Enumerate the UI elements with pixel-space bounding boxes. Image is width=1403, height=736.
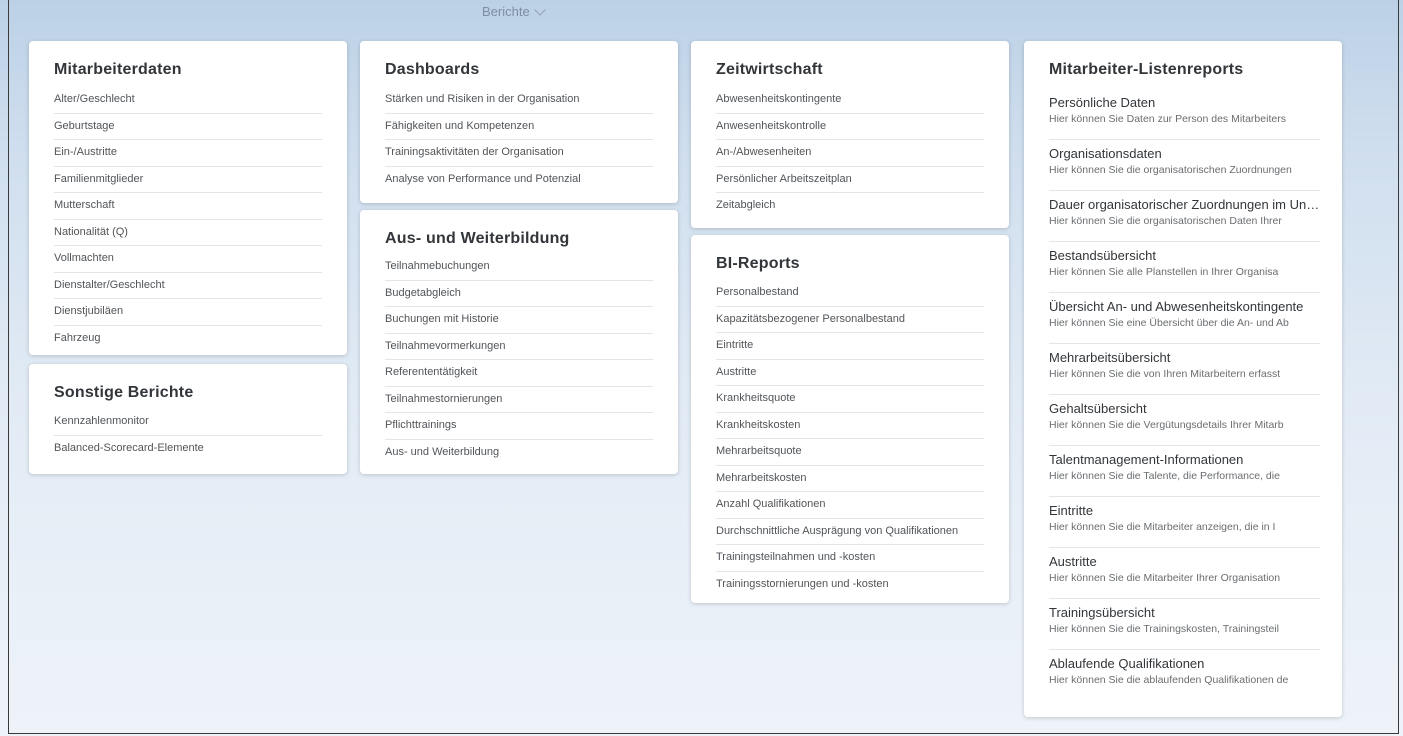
card-aus-und-weiterbildung: Aus- und Weiterbildung Teilnahmebuchunge… (360, 210, 678, 474)
report-title: Austritte (1049, 554, 1097, 569)
list-item[interactable]: Krankheitskosten (716, 413, 984, 439)
report-description: Hier können Sie Daten zur Person des Mit… (1049, 113, 1286, 125)
chevron-down-icon (534, 3, 546, 16)
card-title: Mitarbeiterdaten (54, 61, 182, 78)
card-zeitwirtschaft: Zeitwirtschaft Abwesenheitskontingente A… (691, 41, 1009, 228)
list-item[interactable]: Abwesenheitskontingente (716, 87, 984, 114)
report-item[interactable]: Bestandsübersicht Hier können Sie alle P… (1049, 242, 1320, 293)
report-description: Hier können Sie die Mitarbeiter anzeigen… (1049, 521, 1276, 533)
list-item[interactable]: Trainingsstornierungen und -kosten (716, 572, 984, 598)
report-description: Hier können Sie die Mitarbeiter Ihrer Or… (1049, 572, 1281, 584)
report-item[interactable]: Übersicht An- und Abwesenheitskontingent… (1049, 293, 1320, 344)
list-item[interactable]: Balanced-Scorecard-Elemente (54, 436, 322, 462)
report-title: Talentmanagement-Informationen (1049, 452, 1244, 467)
report-item[interactable]: Organisationsdaten Hier können Sie die o… (1049, 140, 1320, 191)
card-title: Dashboards (385, 61, 480, 78)
report-title: Organisationsdaten (1049, 146, 1162, 161)
card-title: Zeitwirtschaft (716, 61, 823, 78)
list-item[interactable]: Personalbestand (716, 280, 984, 307)
list-item[interactable]: Ein-/Austritte (54, 140, 322, 167)
report-item[interactable]: Gehaltsübersicht Hier können Sie die Ver… (1049, 395, 1320, 446)
list-item[interactable]: Analyse von Performance und Potenzial (385, 167, 653, 193)
card-title: Aus- und Weiterbildung (385, 230, 570, 247)
list-item[interactable]: Fähigkeiten und Kompetenzen (385, 114, 653, 140)
list-item[interactable]: Mehrarbeitskosten (716, 466, 984, 492)
list-item[interactable]: Fahrzeug (54, 326, 322, 352)
report-title: Persönliche Daten (1049, 95, 1156, 110)
list-item[interactable]: Mutterschaft (54, 193, 322, 220)
report-title: Dauer organisatorischer Zuordnungen im U… (1049, 197, 1320, 212)
report-item[interactable]: Eintritte Hier können Sie die Mitarbeite… (1049, 497, 1320, 548)
card-dashboards: Dashboards Stärken und Risiken in der Or… (360, 41, 678, 203)
report-title: Ablaufende Qualifikationen (1049, 656, 1205, 671)
list-item[interactable]: Teilnahmestornierungen (385, 387, 653, 413)
card-sonstige-berichte: Sonstige Berichte Kennzahlenmonitor Bala… (29, 364, 347, 474)
report-title: Eintritte (1049, 503, 1094, 518)
list-item[interactable]: Persönlicher Arbeitszeitplan (716, 167, 984, 193)
card-mitarbeiterdaten: Mitarbeiterdaten Alter/Geschlecht Geburt… (29, 41, 347, 355)
list-item[interactable]: Mehrarbeitsquote (716, 439, 984, 466)
list-item[interactable]: Buchungen mit Historie (385, 307, 653, 334)
report-item[interactable]: Trainingsübersicht Hier können Sie die T… (1049, 599, 1320, 650)
report-item[interactable]: Dauer organisatorischer Zuordnungen im U… (1049, 191, 1320, 242)
list-item[interactable]: Teilnahmebuchungen (385, 254, 653, 281)
report-item[interactable]: Mehrarbeitsübersicht Hier können Sie die… (1049, 344, 1320, 395)
list-item[interactable]: An-/Abwesenheiten (716, 140, 984, 167)
report-description: Hier können Sie die ablaufenden Qualifik… (1049, 674, 1289, 686)
list-item[interactable]: Alter/Geschlecht (54, 87, 322, 114)
card-title: BI-Reports (716, 255, 800, 272)
list-item[interactable]: Stärken und Risiken in der Organisation (385, 87, 653, 114)
list-item[interactable]: Nationalität (Q) (54, 220, 322, 246)
card-title: Sonstige Berichte (54, 384, 194, 401)
list-item[interactable]: Dienstalter/Geschlecht (54, 273, 322, 299)
report-description: Hier können Sie die von Ihren Mitarbeite… (1049, 368, 1281, 380)
card-mitarbeiter-listenreports: Mitarbeiter-Listenreports Persönliche Da… (1024, 41, 1342, 717)
list-item[interactable]: Anwesenheitskontrolle (716, 114, 984, 140)
report-description: Hier können Sie eine Übersicht über die … (1049, 317, 1289, 329)
list-item[interactable]: Austritte (716, 360, 984, 386)
report-title: Mehrarbeitsübersicht (1049, 350, 1171, 365)
list-item[interactable]: Teilnahmevormerkungen (385, 334, 653, 360)
list-item[interactable]: Geburtstage (54, 114, 322, 140)
list-item[interactable]: Aus- und Weiterbildung (385, 440, 653, 466)
report-item[interactable]: Austritte Hier können Sie die Mitarbeite… (1049, 548, 1320, 599)
report-item[interactable]: Persönliche Daten Hier können Sie Daten … (1049, 89, 1320, 140)
report-title: Übersicht An- und Abwesenheitskontingent… (1049, 299, 1304, 314)
list-item[interactable]: Pflichttrainings (385, 413, 653, 440)
report-description: Hier können Sie die organisatorischen Da… (1049, 215, 1282, 227)
list-item[interactable]: Budgetabgleich (385, 281, 653, 307)
report-title: Bestandsübersicht (1049, 248, 1156, 263)
page-title: Berichte (482, 4, 530, 19)
report-description: Hier können Sie alle Planstellen in Ihre… (1049, 266, 1279, 278)
list-item[interactable]: Trainingsteilnahmen und -kosten (716, 545, 984, 572)
list-item[interactable]: Familienmitglieder (54, 167, 322, 193)
list-item[interactable]: Durchschnittliche Ausprägung von Qualifi… (716, 519, 984, 545)
report-description: Hier können Sie die Talente, die Perform… (1049, 470, 1280, 482)
report-item[interactable]: Ablaufende Qualifikationen Hier können S… (1049, 650, 1320, 701)
report-item[interactable]: Talentmanagement-Informationen Hier könn… (1049, 446, 1320, 497)
card-bi-reports: BI-Reports Personalbestand Kapazitätsbez… (691, 235, 1009, 603)
report-title: Trainingsübersicht (1049, 605, 1155, 620)
report-title: Gehaltsübersicht (1049, 401, 1147, 416)
list-item[interactable]: Zeitabgleich (716, 193, 984, 219)
list-item[interactable]: Anzahl Qualifikationen (716, 492, 984, 519)
list-item[interactable]: Trainingsaktivitäten der Organisation (385, 140, 653, 167)
list-item[interactable]: Kennzahlenmonitor (54, 409, 322, 436)
list-item[interactable]: Referententätigkeit (385, 360, 653, 387)
list-item[interactable]: Krankheitsquote (716, 386, 984, 413)
report-description: Hier können Sie die organisatorischen Zu… (1049, 164, 1292, 176)
report-description: Hier können Sie die Trainingskosten, Tra… (1049, 623, 1279, 635)
list-item[interactable]: Vollmachten (54, 246, 322, 273)
card-title: Mitarbeiter-Listenreports (1049, 61, 1244, 78)
list-item[interactable]: Dienstjubiläen (54, 299, 322, 326)
list-item[interactable]: Kapazitätsbezogener Personalbestand (716, 307, 984, 333)
page-title-dropdown[interactable]: Berichte (482, 3, 546, 19)
list-item[interactable]: Eintritte (716, 333, 984, 360)
report-description: Hier können Sie die Vergütungsdetails Ih… (1049, 419, 1284, 431)
